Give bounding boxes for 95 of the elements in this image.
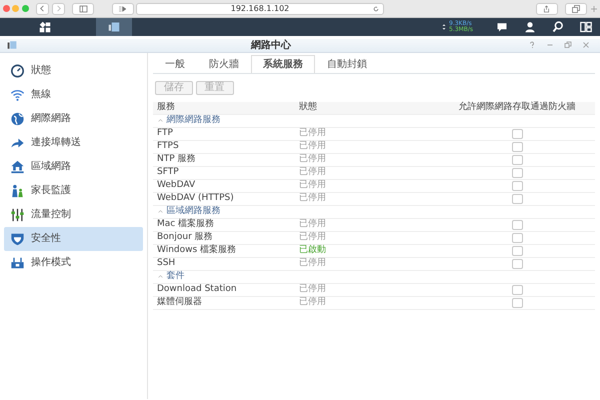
service-name: FTP — [157, 128, 173, 138]
help-icon[interactable] — [528, 41, 536, 49]
service-status: 已停用 — [299, 154, 326, 164]
service-name: SFTP — [157, 166, 179, 177]
widgets-icon[interactable] — [580, 21, 592, 33]
tabs-icon — [572, 4, 580, 12]
forward-icon — [54, 5, 62, 12]
tab[interactable]: 一般 — [153, 54, 197, 72]
checkbox[interactable] — [512, 180, 522, 190]
sliders-icon — [10, 208, 25, 222]
restore-icon[interactable] — [564, 41, 572, 49]
sidebar-item[interactable]: 操作模式 — [4, 250, 143, 274]
reader-icon — [118, 4, 127, 12]
globe-icon — [10, 112, 25, 126]
checkbox[interactable] — [512, 246, 522, 256]
service-name: SSH — [157, 258, 176, 268]
service-status: 已啟動 — [299, 244, 326, 255]
checkbox[interactable] — [512, 232, 522, 242]
app-icon — [5, 40, 19, 50]
checkbox[interactable] — [512, 168, 522, 178]
back-button[interactable] — [36, 2, 49, 14]
service-status: 已停用 — [299, 296, 326, 307]
sidebar-button[interactable] — [72, 2, 94, 14]
checkbox[interactable] — [512, 284, 522, 294]
wifi-icon — [10, 88, 25, 102]
service-name: Download Station — [157, 284, 237, 294]
user-icon[interactable] — [524, 21, 536, 33]
share-icon — [543, 4, 550, 12]
chevron-up-icon[interactable] — [157, 118, 164, 123]
group-title: 區域網路服務 — [166, 204, 220, 218]
sidebar-item[interactable]: 安全性 — [4, 226, 143, 250]
sidebar-item[interactable]: 網際網路 — [4, 106, 143, 130]
service-status: 已停用 — [299, 218, 326, 229]
checkbox[interactable] — [512, 220, 522, 230]
chevron-up-icon[interactable] — [157, 274, 164, 279]
service-name: WebDAV (HTTPS) — [157, 192, 234, 203]
column-header: 服務 — [157, 102, 175, 112]
router-icon — [10, 256, 25, 270]
chevron-up-icon[interactable] — [157, 209, 164, 214]
service-status: 已停用 — [299, 140, 326, 151]
service-name: Mac 檔案服務 — [157, 218, 214, 229]
checkbox[interactable] — [512, 142, 522, 152]
sidebar-icon — [78, 4, 88, 12]
house-icon — [10, 160, 25, 174]
network-app-icon — [106, 21, 122, 33]
service-name: WebDAV — [157, 180, 196, 190]
url-text: 192.168.1.102 — [230, 4, 290, 14]
back-icon — [39, 5, 46, 12]
tab[interactable]: 自動封鎖 — [315, 54, 379, 72]
service-status: 已停用 — [299, 166, 326, 177]
sidebar-item[interactable]: 區域網路 — [4, 154, 143, 178]
tab[interactable]: 防火牆 — [197, 54, 251, 72]
sidebar-item[interactable]: 連接埠轉送 — [4, 130, 143, 154]
sidebar-item[interactable]: 無線 — [4, 82, 143, 106]
checkbox[interactable] — [512, 194, 522, 204]
service-status: 已停用 — [299, 284, 326, 294]
group-title: 網際網路服務 — [166, 114, 220, 127]
search-icon[interactable] — [552, 21, 564, 33]
address-bar[interactable]: 192.168.1.102 — [136, 2, 384, 14]
new-tab-icon[interactable] — [590, 4, 598, 12]
forward-button[interactable] — [52, 2, 64, 14]
transfer-arrows-icon — [440, 22, 447, 32]
checkbox[interactable] — [512, 298, 522, 308]
reload-icon[interactable] — [373, 6, 379, 12]
shield-icon — [10, 232, 25, 246]
chat-icon[interactable] — [496, 21, 508, 33]
checkbox[interactable] — [512, 258, 522, 268]
service-status: 已停用 — [299, 180, 326, 190]
tab[interactable]: 系統服務 — [251, 54, 315, 72]
window-title: 網路中心 — [251, 40, 291, 50]
tabs-button[interactable] — [565, 2, 587, 14]
share-button[interactable] — [536, 2, 558, 14]
service-status: 已停用 — [299, 128, 326, 138]
service-status: 已停用 — [299, 192, 326, 203]
grid-icon — [39, 21, 51, 33]
service-name: Windows 檔案服務 — [157, 244, 236, 255]
service-name: NTP 服務 — [157, 154, 196, 164]
sidebar-item[interactable]: 流量控制 — [4, 202, 143, 226]
people-icon — [10, 184, 25, 198]
close-icon[interactable] — [582, 41, 590, 49]
service-status: 已停用 — [299, 258, 326, 268]
sidebar-item[interactable]: 家長監護 — [4, 178, 143, 202]
gauge-icon — [10, 64, 25, 78]
service-status: 已停用 — [299, 232, 326, 242]
app-taskbar-button[interactable] — [96, 18, 132, 36]
sidebar-item[interactable]: 狀態 — [4, 58, 143, 82]
checkbox[interactable] — [512, 128, 522, 138]
column-header: 允許網際網路存取通過防火牆 — [458, 100, 576, 114]
service-name: FTPS — [157, 140, 179, 151]
column-header: 狀態 — [299, 102, 317, 112]
reader-button[interactable] — [112, 2, 134, 14]
group-title: 套件 — [166, 270, 184, 283]
service-name: Bonjour 服務 — [157, 232, 213, 242]
service-name: 媒體伺服器 — [157, 296, 202, 307]
checkbox[interactable] — [512, 154, 522, 164]
